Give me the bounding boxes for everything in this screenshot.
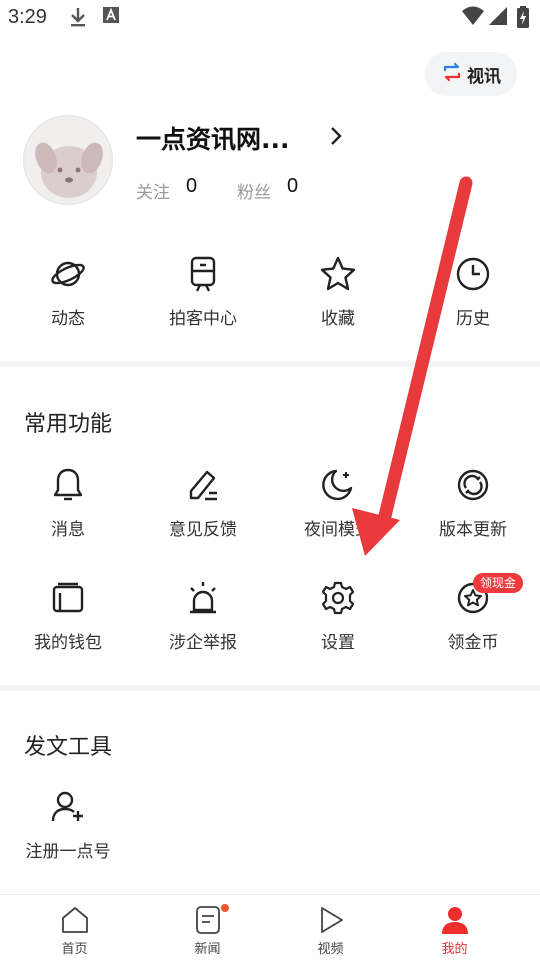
clock-icon: [413, 254, 533, 294]
swap-icon: [441, 61, 463, 87]
register-yidian-account[interactable]: 注册一点号: [8, 787, 128, 862]
nav-home[interactable]: 首页: [7, 895, 142, 960]
quick-action-label: 收藏: [321, 309, 355, 329]
fans-count[interactable]: 0: [287, 175, 298, 198]
refresh-icon: [413, 465, 533, 505]
function-settings[interactable]: 设置: [278, 578, 398, 653]
function-label: 我的钱包: [34, 633, 102, 653]
following-label[interactable]: 关注: [136, 178, 170, 203]
function-label: 意见反馈: [169, 520, 237, 540]
function-label: 版本更新: [439, 520, 507, 540]
quick-action-camera-center[interactable]: 拍客中心: [143, 254, 263, 329]
add-user-icon: [8, 787, 128, 827]
video-news-button[interactable]: 视讯: [425, 52, 517, 96]
text-app-icon: [102, 6, 120, 28]
quick-action-history[interactable]: 历史: [413, 254, 533, 329]
nav-label: 新闻: [194, 942, 221, 957]
status-time: 3:29: [8, 6, 47, 28]
signal-icon: [488, 6, 508, 30]
function-version-update[interactable]: 版本更新: [413, 465, 533, 540]
nav-label: 视频: [317, 942, 344, 957]
nav-mine[interactable]: 我的: [387, 895, 522, 960]
star-icon: [278, 254, 398, 294]
function-night-mode[interactable]: 夜间模式: [278, 465, 398, 540]
home-icon: [7, 895, 142, 935]
function-messages[interactable]: 消息: [8, 465, 128, 540]
cash-reward-badge[interactable]: 领现金: [473, 573, 524, 593]
following-count[interactable]: 0: [186, 175, 197, 198]
function-label: 涉企举报: [169, 633, 237, 653]
quick-action-label: 历史: [456, 309, 490, 329]
nav-news[interactable]: 新闻: [140, 895, 275, 960]
alarm-icon: [143, 578, 263, 618]
camera-center-icon: [143, 254, 263, 294]
quick-action-label: 动态: [51, 309, 85, 329]
common-functions-title: 常用功能: [24, 412, 113, 437]
nav-video[interactable]: 视频: [263, 895, 398, 960]
battery-charging-icon: [516, 6, 530, 32]
chevron-right-icon[interactable]: [326, 124, 346, 152]
feedback-pen-icon: [143, 465, 263, 505]
function-feedback[interactable]: 意见反馈: [143, 465, 263, 540]
moon-icon: [278, 465, 398, 505]
section-divider: [0, 685, 540, 691]
avatar[interactable]: [23, 115, 113, 205]
section-divider: [0, 361, 540, 367]
wallet-icon: [8, 578, 128, 618]
function-label: 夜间模式: [304, 520, 372, 540]
person-icon: [387, 895, 522, 935]
video-news-label: 视讯: [467, 66, 501, 87]
news-icon: [140, 895, 275, 935]
quick-action-favorites[interactable]: 收藏: [278, 254, 398, 329]
function-label: 消息: [51, 520, 85, 540]
function-label: 领金币: [447, 633, 499, 653]
fans-label[interactable]: 粉丝: [237, 178, 271, 203]
nav-label: 首页: [61, 942, 88, 957]
gear-icon: [278, 578, 398, 618]
function-label: 设置: [321, 633, 355, 653]
bell-icon: [8, 465, 128, 505]
profile-name[interactable]: 一点资讯网...: [136, 120, 290, 156]
news-unread-dot: [221, 904, 229, 912]
wifi-icon: [461, 6, 485, 30]
publish-tools-title: 发文工具: [24, 735, 113, 760]
quick-action-dynamics[interactable]: 动态: [8, 254, 128, 329]
quick-action-label: 拍客中心: [169, 309, 237, 329]
play-icon: [263, 895, 398, 935]
status-bar: 3:29: [0, 0, 540, 36]
nav-label: 我的: [441, 942, 468, 957]
function-wallet[interactable]: 我的钱包: [8, 578, 128, 653]
bottom-nav: 首页 新闻 视频 我的: [0, 894, 540, 960]
register-label: 注册一点号: [25, 842, 111, 862]
function-enterprise-report[interactable]: 涉企举报: [143, 578, 263, 653]
planet-icon: [8, 254, 128, 294]
download-icon: [68, 6, 88, 32]
